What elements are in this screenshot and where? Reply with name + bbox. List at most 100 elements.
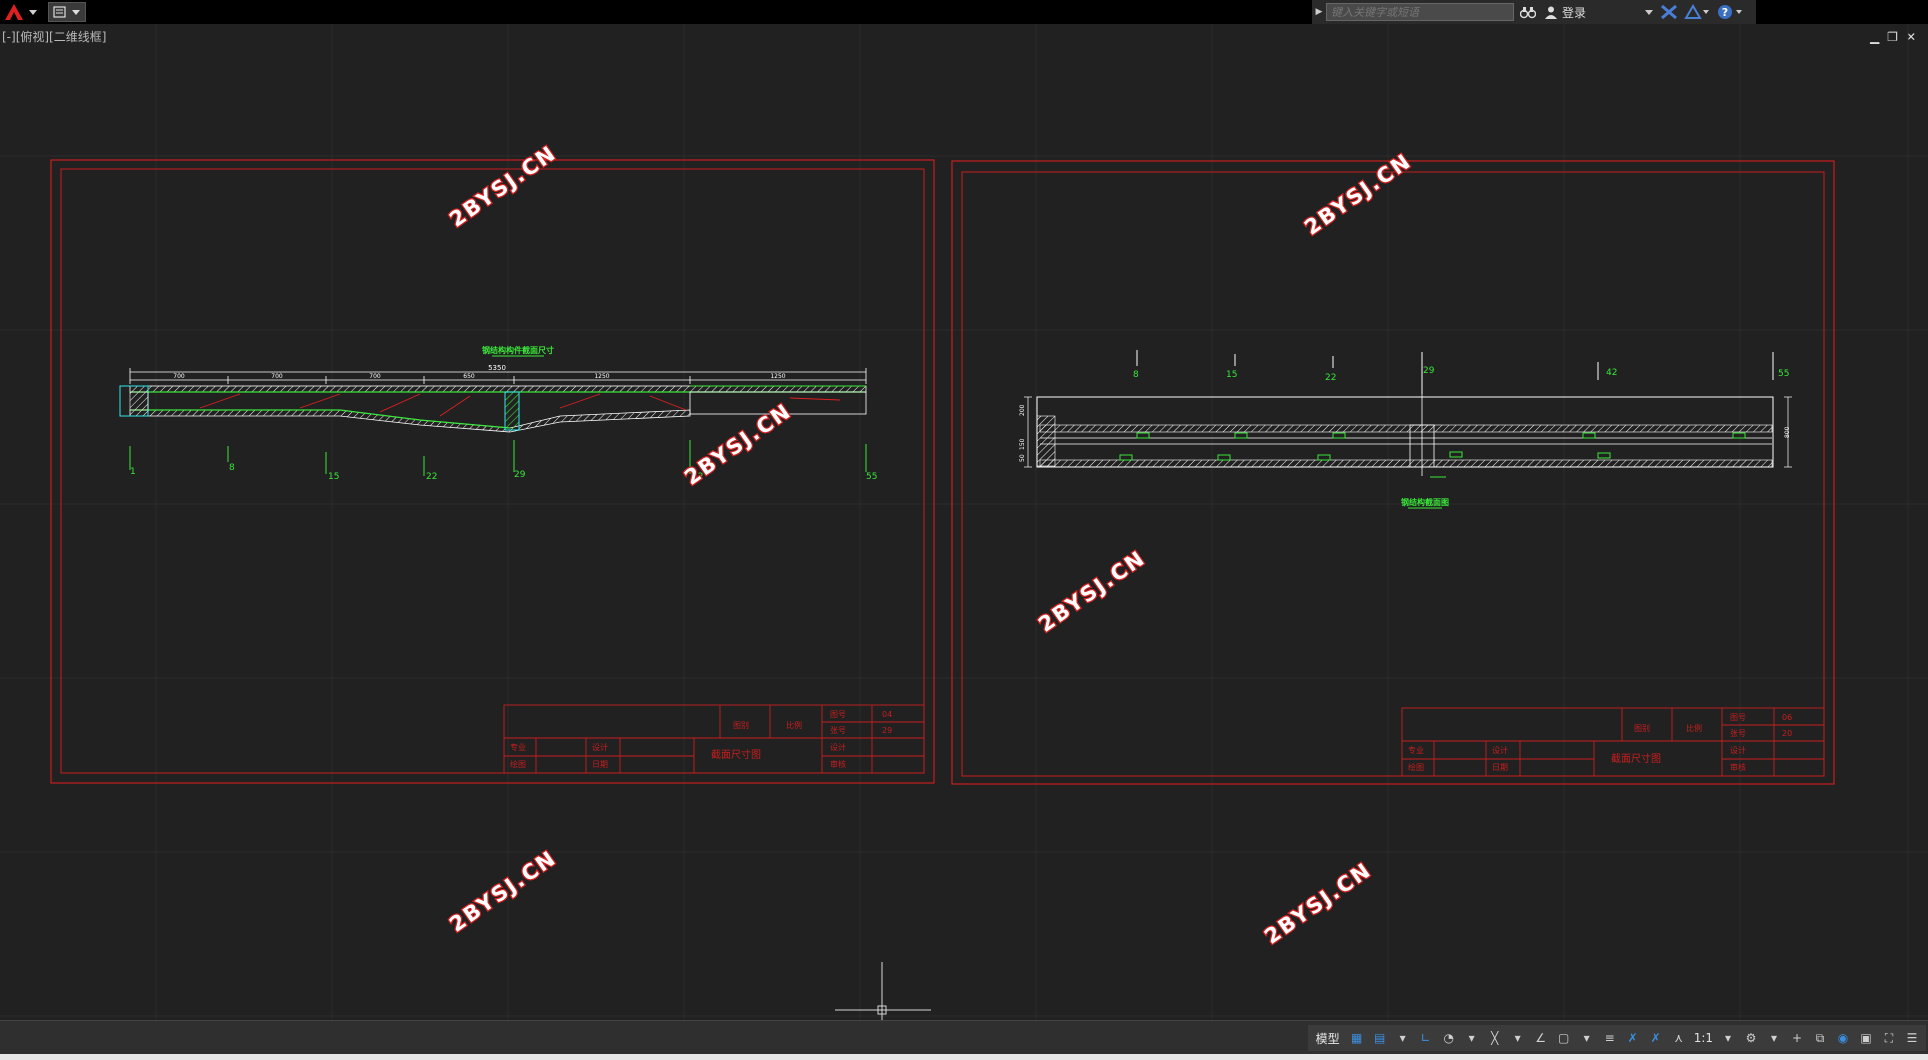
- object-snap-tracking-icon[interactable]: ∠: [1531, 1027, 1551, 1049]
- bottom-flange: [129, 409, 691, 433]
- object-snap-icon[interactable]: ▢: [1554, 1027, 1574, 1049]
- lower-flange: [1039, 459, 1773, 468]
- application-menu-button[interactable]: [2, 2, 42, 22]
- sheet-2: 8 15 22 29 42 55 200 150 50 800 钢结构截面图 图…: [951, 160, 1835, 785]
- tb-label: 比例: [786, 720, 802, 730]
- watermark: 2BYSJ.CN: [1300, 149, 1416, 240]
- clean-screen-icon[interactable]: ⛶: [1879, 1027, 1899, 1049]
- quick-properties-icon[interactable]: ⧉: [1810, 1027, 1830, 1049]
- tb-value: 06: [1782, 713, 1792, 722]
- dimension-label: 650: [463, 373, 475, 380]
- chevron-down-icon: [1645, 10, 1653, 15]
- sheet-1-inner-frame: [60, 168, 925, 774]
- chevron-down-icon[interactable]: ▾: [1577, 1027, 1597, 1049]
- isodraft-icon[interactable]: ╳: [1485, 1027, 1505, 1049]
- side-dim: 150: [1019, 438, 1026, 450]
- grid: [0, 24, 1928, 1020]
- expand-arrow-icon[interactable]: ▶: [1312, 0, 1326, 24]
- station-label: 8: [229, 463, 235, 473]
- station-label: 8: [1133, 370, 1139, 380]
- tb-label: 审核: [1730, 762, 1746, 772]
- chevron-down-icon[interactable]: ▾: [1393, 1027, 1413, 1049]
- station-label: 29: [1423, 366, 1435, 376]
- watermark: 2BYSJ.CN: [445, 141, 561, 232]
- chevron-down-icon[interactable]: ▾: [1508, 1027, 1528, 1049]
- infocenter: ▶ 登录 ?: [1312, 0, 1756, 24]
- crosshair-cursor: [835, 962, 931, 1020]
- watermark: 2BYSJ.CN: [1034, 546, 1150, 637]
- chevron-down-icon[interactable]: ▾: [1764, 1027, 1784, 1049]
- station-label: 29: [514, 470, 526, 480]
- user-icon: [1545, 6, 1557, 19]
- workspace-icon: [53, 6, 66, 18]
- chevron-down-icon[interactable]: ▾: [1718, 1027, 1738, 1049]
- total-dimension: 5350: [488, 364, 506, 372]
- sheet-1-drawing-name: 截面尺寸图: [711, 748, 761, 761]
- plus-icon[interactable]: +: [1787, 1027, 1807, 1049]
- login-label: 登录: [1562, 5, 1587, 20]
- login-button[interactable]: 登录: [1544, 4, 1654, 21]
- tb-label: 图别: [733, 721, 749, 730]
- chevron-down-icon: [72, 10, 80, 15]
- watermarks: 2BYSJ.CN 2BYSJ.CN 2BYSJ.CN 2BYSJ.CN 2BYS…: [444, 139, 1417, 950]
- top-flange: [129, 385, 867, 393]
- exchange-icon[interactable]: [1660, 0, 1678, 24]
- watermark: 2BYSJ.CN: [1260, 858, 1376, 949]
- title-bar: ▶ 登录 ?: [0, 0, 1928, 24]
- tb-label: 绘图: [1408, 762, 1424, 772]
- side-dim: 50: [1019, 454, 1026, 462]
- autodesk-a360-icon[interactable]: [1684, 0, 1710, 24]
- dimension-label: 1250: [594, 373, 609, 380]
- annotation-visibility-icon[interactable]: ✗: [1623, 1027, 1643, 1049]
- sheet-2-title: 钢结构截面图: [1401, 497, 1449, 507]
- side-dim: 800: [1784, 426, 1791, 438]
- tb-label: 张号: [830, 726, 846, 735]
- side-dim: 200: [1019, 404, 1026, 416]
- tb-label: 日期: [592, 760, 608, 769]
- tb-label: 绘图: [510, 759, 526, 769]
- tb-label: 比例: [1686, 723, 1702, 733]
- polar-tracking-icon[interactable]: ◔: [1439, 1027, 1459, 1049]
- station-label: 55: [866, 472, 877, 482]
- station-label: 22: [1325, 373, 1336, 383]
- grid-icon[interactable]: ▦: [1347, 1027, 1367, 1049]
- dimension-label: 700: [369, 373, 381, 380]
- tb-label: 张号: [1730, 729, 1746, 738]
- central-support: [504, 391, 520, 431]
- annotation-scale-icon[interactable]: ⋏: [1669, 1027, 1689, 1049]
- hardware-acceleration-icon[interactable]: ▣: [1856, 1027, 1876, 1049]
- station-label: 1: [130, 467, 136, 477]
- isolate-objects-icon[interactable]: ◉: [1833, 1027, 1853, 1049]
- search-input[interactable]: [1326, 3, 1514, 21]
- sheet-1-title-block: [503, 704, 925, 774]
- stiffener-plates: [1119, 432, 1746, 461]
- sheet-1: 钢结构构件截面尺寸 5350 700 700 700 650 1250 1250: [50, 159, 935, 784]
- watermark: 2BYSJ.CN: [680, 399, 796, 490]
- dimension-label: 700: [173, 373, 185, 380]
- annotation-scale-value[interactable]: 1:1: [1692, 1031, 1715, 1045]
- bottom-strip: [0, 1054, 1928, 1060]
- watermark: 2BYSJ.CN: [445, 846, 561, 937]
- chevron-down-icon[interactable]: ▾: [1462, 1027, 1482, 1049]
- tb-label: 审核: [830, 759, 846, 769]
- tb-label: 设计: [830, 742, 846, 752]
- sheet-2-drawing-name: 截面尺寸图: [1611, 752, 1661, 765]
- upper-flange: [1039, 424, 1773, 433]
- binoculars-icon[interactable]: [1520, 0, 1536, 24]
- model-space-button[interactable]: 模型: [1312, 1030, 1344, 1047]
- gear-icon[interactable]: ⚙: [1741, 1027, 1761, 1049]
- tb-label: 图号: [1730, 713, 1746, 722]
- tb-label: 设计: [592, 742, 608, 752]
- tb-label: 日期: [1492, 763, 1508, 772]
- status-tray: 模型 ▦ ▤ ▾ ∟ ◔ ▾ ╳ ▾ ∠ ▢ ▾ ≡ ✗ ✗ ⋏ 1:1 ▾ ⚙…: [1307, 1025, 1926, 1051]
- auto-scale-icon[interactable]: ✗: [1646, 1027, 1666, 1049]
- lineweight-icon[interactable]: ≡: [1600, 1027, 1620, 1049]
- help-icon[interactable]: ?: [1716, 0, 1744, 24]
- quick-access-button[interactable]: [48, 2, 86, 22]
- ortho-icon[interactable]: ∟: [1416, 1027, 1436, 1049]
- customization-menu-icon[interactable]: ☰: [1902, 1027, 1922, 1049]
- snap-icon[interactable]: ▤: [1370, 1027, 1390, 1049]
- drawing-canvas[interactable]: 钢结构构件截面尺寸 5350 700 700 700 650 1250 1250: [0, 24, 1928, 1020]
- tb-value: 29: [882, 726, 892, 735]
- sheet-2-inner-frame: [961, 171, 1825, 777]
